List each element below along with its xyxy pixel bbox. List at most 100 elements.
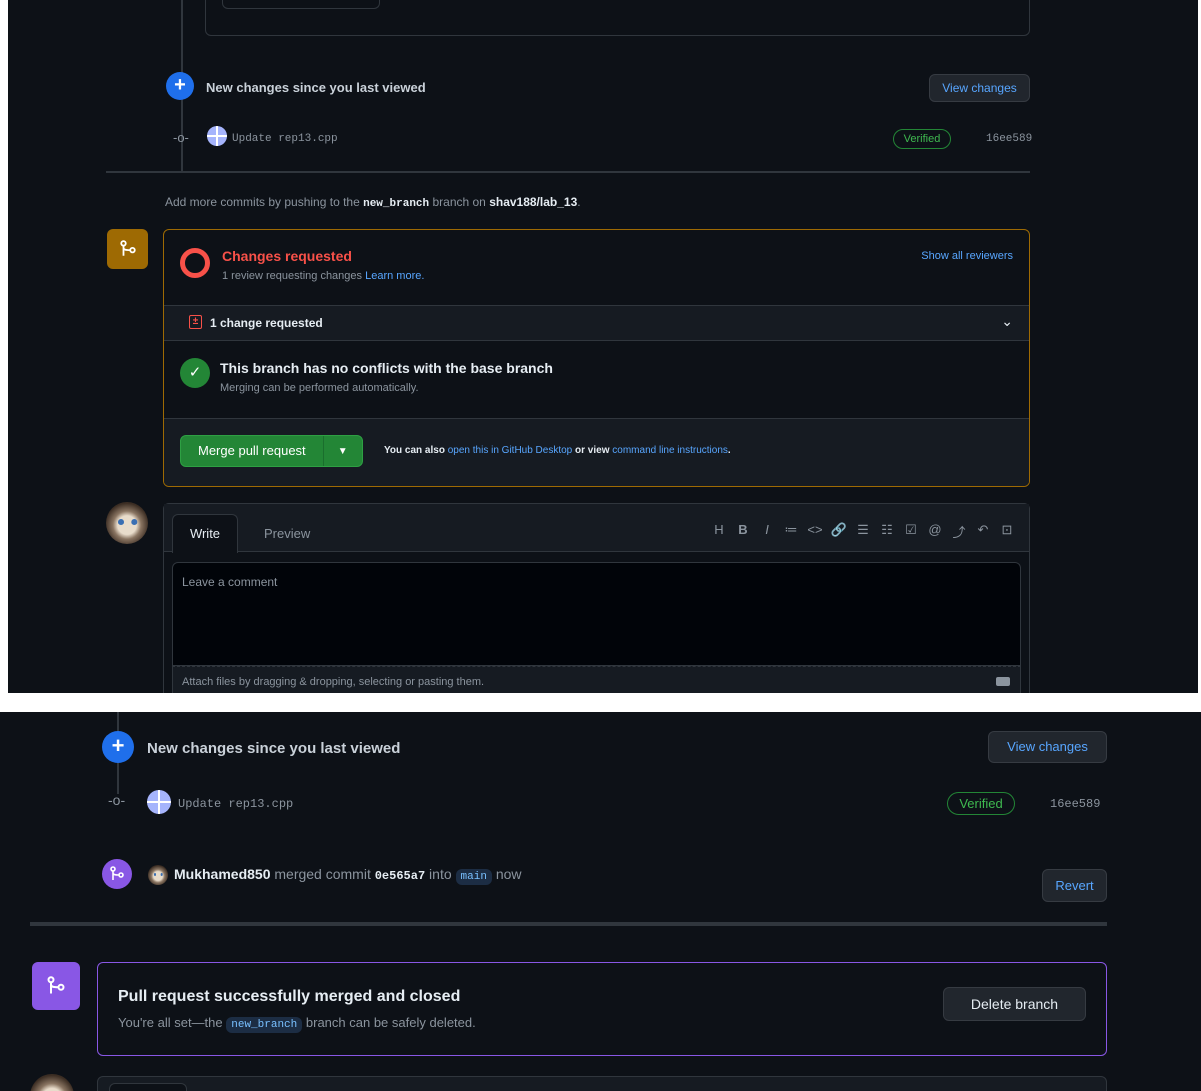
cross-reference-icon[interactable]: ⤴ — [947, 522, 971, 541]
changes-requested-subtitle: 1 review requesting changes Learn more. — [222, 270, 424, 282]
tab-write-partial[interactable] — [109, 1083, 187, 1091]
merge-pull-request-button-group: Merge pull request ▼ — [180, 435, 363, 467]
commit-node-icon: -o- — [108, 792, 126, 808]
into-text: into — [429, 866, 452, 882]
merger-username[interactable]: Mukhamed850 — [174, 866, 270, 882]
merge-status-box: Changes requested 1 review requesting ch… — [163, 229, 1030, 487]
merged-sub-suffix: branch can be safely deleted. — [305, 1015, 476, 1030]
unordered-list-icon[interactable]: ☰ — [851, 522, 875, 541]
changes-requested-title: Changes requested — [222, 248, 352, 264]
delete-branch-button[interactable]: Delete branch — [943, 987, 1086, 1021]
tab-write[interactable]: Write — [172, 514, 238, 553]
attach-files-text: Attach files by dragging & dropping, sel… — [182, 676, 485, 688]
chevron-down-icon[interactable]: ⌄ — [1001, 313, 1013, 330]
add-more-middle: branch on — [432, 195, 486, 209]
add-more-suffix: . — [577, 195, 581, 209]
markdown-icon[interactable] — [996, 677, 1010, 686]
merge-status-icon — [107, 229, 148, 269]
merged-commit-text: merged commit — [274, 866, 371, 882]
repo-link[interactable]: shav188/lab_13 — [489, 195, 577, 209]
merged-event-text: Mukhamed850 merged commit 0e565a7 into m… — [174, 866, 522, 885]
pr-timeline-before-merge: + New changes since you last viewed View… — [8, 0, 1198, 693]
comment-textarea[interactable]: Leave a comment — [172, 562, 1021, 666]
new-changes-label: New changes since you last viewed — [206, 80, 426, 95]
commit-message-link[interactable]: Update rep13.cpp — [178, 797, 293, 811]
branch-name: new_branch — [363, 198, 430, 210]
merged-status-icon — [32, 962, 80, 1010]
divider — [106, 171, 1030, 173]
view-changes-button[interactable]: View changes — [988, 731, 1107, 763]
previous-comment-box — [205, 0, 1030, 36]
git-merge-icon — [119, 240, 136, 256]
git-merge-icon — [47, 976, 65, 994]
review-count-text: 1 review requesting changes — [222, 270, 363, 282]
commit-sha-link[interactable]: 16ee589 — [1050, 797, 1100, 811]
attach-files-bar[interactable]: Attach files by dragging & dropping, sel… — [172, 666, 1021, 693]
github-desktop-link[interactable]: open this in GitHub Desktop — [448, 445, 573, 456]
divider — [30, 922, 1107, 926]
commit-message-link[interactable]: Update rep13.cpp — [232, 133, 338, 145]
heading-icon[interactable]: H — [707, 522, 731, 541]
pr-merged-box: Pull request successfully merged and clo… — [97, 962, 1107, 1056]
reply-icon[interactable]: ↶ — [971, 522, 995, 541]
add-more-commits-text: Add more commits by pushing to the new_b… — [165, 195, 581, 210]
alternative-merge-text: You can also open this in GitHub Desktop… — [384, 445, 731, 456]
mention-icon[interactable]: @ — [923, 522, 947, 541]
comment-composer-partial — [97, 1076, 1107, 1091]
base-branch-pill[interactable]: main — [455, 869, 492, 885]
code-icon[interactable]: <> — [803, 522, 827, 541]
merger-avatar[interactable] — [148, 865, 168, 885]
ordered-list-icon[interactable]: ☷ — [875, 522, 899, 541]
comment-composer: Write Preview H B I ≔ <> 🔗 ☰ ☷ ☑ @ ⤴ ↶ ⊡… — [163, 503, 1030, 693]
view-changes-button[interactable]: View changes — [929, 74, 1030, 102]
italic-icon[interactable]: I — [755, 522, 779, 541]
show-all-reviewers-link[interactable]: Show all reviewers — [921, 250, 1013, 262]
also-prefix: You can also — [384, 445, 445, 456]
pr-merged-title: Pull request successfully merged and clo… — [118, 988, 461, 1005]
merge-pull-request-button[interactable]: Merge pull request — [181, 436, 324, 466]
merged-time: now — [495, 866, 522, 882]
user-avatar[interactable] — [106, 502, 148, 544]
merged-sub-prefix: You're all set—the — [118, 1015, 223, 1030]
changes-requested-icon — [180, 248, 210, 278]
verified-badge[interactable]: Verified — [947, 792, 1015, 815]
revert-button[interactable]: Revert — [1042, 869, 1107, 902]
commit-author-avatar[interactable] — [207, 126, 227, 146]
new-changes-plus-icon: + — [102, 731, 134, 763]
add-more-prefix: Add more commits by pushing to the — [165, 195, 360, 209]
merge-footer: Merge pull request ▼ You can also open t… — [164, 418, 1029, 486]
tab-preview[interactable]: Preview — [264, 526, 310, 541]
merge-method-dropdown-icon[interactable]: ▼ — [324, 446, 362, 457]
merged-event-icon — [102, 859, 132, 889]
pr-merged-subtitle: You're all set—the new_branch branch can… — [118, 1015, 476, 1033]
file-diff-icon: ± — [189, 315, 202, 329]
markdown-toolbar: H B I ≔ <> 🔗 ☰ ☷ ☑ @ ⤴ ↶ ⊡ — [707, 522, 1019, 541]
commit-node-icon: -o- — [173, 130, 189, 145]
change-requested-label: 1 change requested — [210, 316, 323, 330]
or-view-text: or view — [575, 445, 610, 456]
bold-icon[interactable]: B — [731, 522, 755, 541]
also-suffix: . — [727, 445, 731, 456]
commit-author-avatar[interactable] — [147, 790, 171, 814]
link-icon[interactable]: 🔗 — [827, 522, 851, 541]
comment-placeholder: Leave a comment — [182, 575, 278, 589]
change-requested-bar[interactable]: ± 1 change requested ⌄ — [164, 305, 1029, 341]
pr-timeline-after-merge: + New changes since you last viewed View… — [0, 712, 1201, 1091]
command-line-link[interactable]: command line instructions — [612, 445, 728, 456]
fullscreen-icon[interactable]: ⊡ — [995, 522, 1019, 541]
quote-icon[interactable]: ≔ — [779, 522, 803, 541]
merge-commit-sha[interactable]: 0e565a7 — [375, 869, 425, 883]
git-merge-icon — [110, 866, 124, 880]
new-changes-plus-icon: + — [166, 72, 194, 100]
composer-tabbar: Write Preview H B I ≔ <> 🔗 ☰ ☷ ☑ @ ⤴ ↶ ⊡ — [164, 504, 1029, 553]
verified-badge[interactable]: Verified — [893, 129, 951, 149]
learn-more-link[interactable]: Learn more. — [365, 270, 424, 282]
no-conflicts-subtitle: Merging can be performed automatically. — [220, 382, 419, 394]
commit-sha-link[interactable]: 16ee589 — [986, 133, 1032, 145]
no-conflicts-title: This branch has no conflicts with the ba… — [220, 360, 553, 376]
user-avatar[interactable] — [30, 1074, 74, 1091]
task-list-icon[interactable]: ☑ — [899, 522, 923, 541]
new-changes-label: New changes since you last viewed — [147, 740, 401, 757]
previous-comment-button — [222, 0, 380, 9]
head-branch-pill[interactable]: new_branch — [226, 1017, 303, 1033]
